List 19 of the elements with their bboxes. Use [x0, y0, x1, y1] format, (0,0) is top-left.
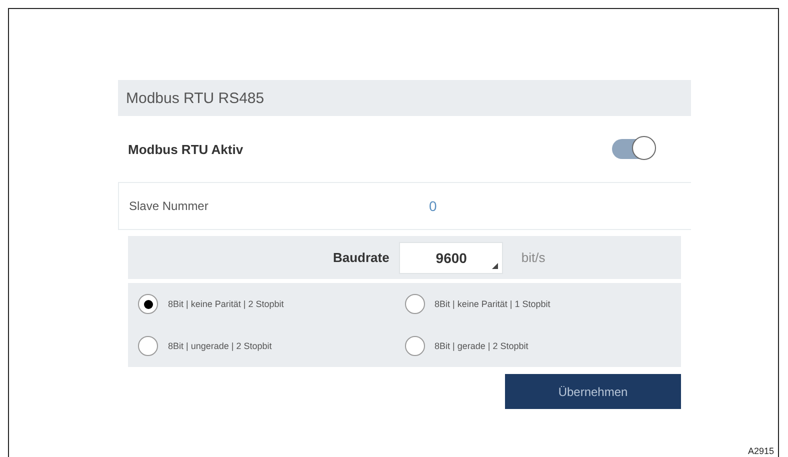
setting-label: Slave Nummer: [129, 199, 210, 213]
figure-code: A2915: [748, 446, 774, 456]
setting-label: Modbus RTU Aktiv: [128, 142, 244, 156]
toggle-switch[interactable]: [612, 139, 654, 159]
resize-corner-icon: [492, 262, 498, 268]
unit-label: bit/s: [521, 250, 546, 265]
option-label: 8Bit | gerade | 2 Stopbit: [434, 341, 528, 351]
radio-button[interactable]: [138, 294, 158, 314]
baudrate-label: Baudrate: [333, 250, 390, 265]
baudrate-select[interactable]: 9600: [399, 242, 504, 274]
option-label: 8Bit | keine Parität | 2 Stopbit: [168, 299, 284, 309]
apply-button[interactable]: Übernehmen: [505, 374, 681, 409]
option-label: 8Bit | keine Parität | 1 Stopbit: [434, 299, 550, 309]
radio-button[interactable]: [404, 294, 424, 314]
slave-number-value[interactable]: 0: [429, 198, 437, 214]
option-label: 8Bit | ungerade | 2 Stopbit: [168, 341, 272, 351]
radio-button[interactable]: [138, 336, 158, 356]
radio-button[interactable]: [404, 336, 424, 356]
panel-title: Modbus RTU RS485: [126, 90, 264, 106]
